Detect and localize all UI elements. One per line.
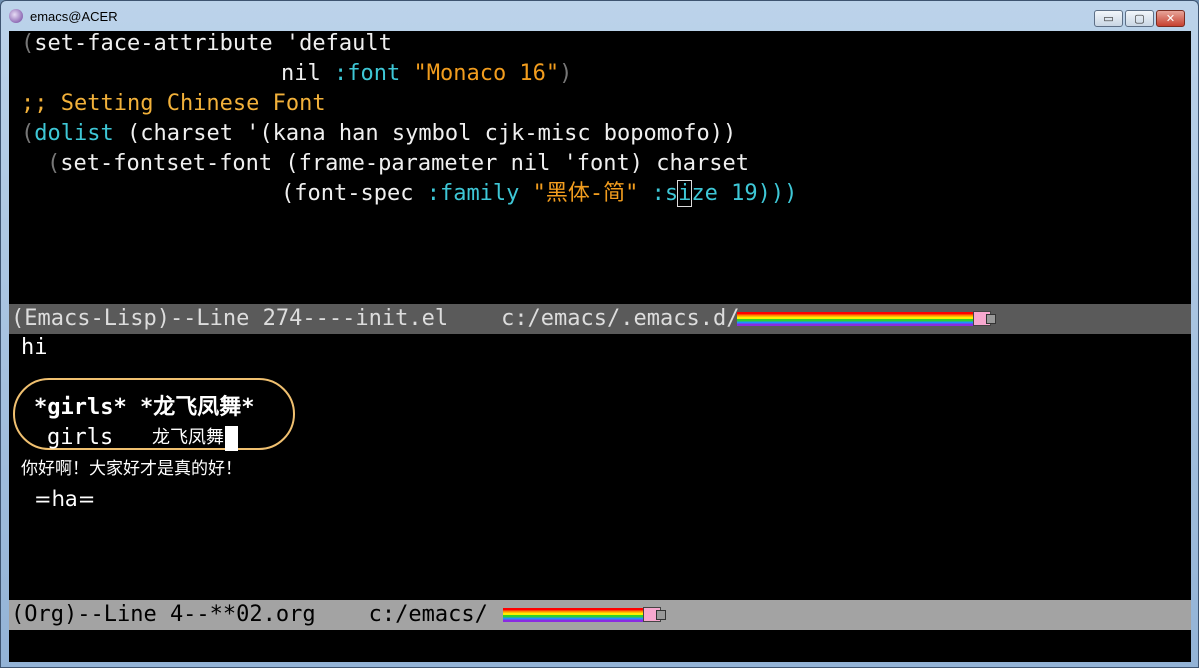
keyword-token: ze 19)))	[691, 181, 798, 206]
text-cursor	[225, 425, 238, 451]
code-line-5: (set-fontset-font (frame-parameter nil '…	[47, 151, 749, 176]
comment-line: ;; Setting Chinese Font	[21, 91, 326, 116]
code-line-4: (dolist (charset '(kana han symbol cjk-m…	[21, 121, 737, 146]
nyan-cat-icon	[643, 607, 666, 622]
nyan-progress-rainbow	[503, 608, 643, 622]
emacs-app-icon[interactable]	[9, 9, 23, 23]
minibuffer[interactable]	[9, 630, 1191, 662]
code-line-2: nil :font "Monaco 16")	[281, 61, 573, 86]
keyword-token: :family	[426, 181, 533, 206]
string-token: "Monaco 16"	[413, 61, 560, 86]
string-token: "黑体-简"	[532, 181, 639, 206]
code-text: (font-spec	[281, 181, 427, 206]
mode-line-text: (Org)--Line 4--**02.org c:/emacs/	[11, 602, 488, 627]
mode-line-init-el[interactable]: (Emacs-Lisp)--Line 274----init.el c:/ema…	[9, 304, 1191, 334]
title-bar[interactable]: emacs@ACER ▭ ▢ ✕	[1, 1, 1198, 31]
emacs-window: emacs@ACER ▭ ▢ ✕ (set-face-attribute 'de…	[0, 0, 1199, 668]
keyword-token: dolist	[34, 121, 114, 146]
org-text-hi: hi	[21, 335, 48, 360]
nyan-cat-icon	[973, 311, 996, 326]
window-title: emacs@ACER	[30, 9, 118, 24]
code-line-1: (set-face-attribute 'default	[21, 31, 392, 56]
nyan-progress-rainbow	[737, 312, 975, 326]
mode-line-02-org[interactable]: (Org)--Line 4--**02.org c:/emacs/	[9, 600, 1191, 630]
keyword-token: :s	[638, 181, 679, 206]
maximize-button[interactable]: ▢	[1125, 10, 1154, 27]
code-text: set-face-attribute 'default	[34, 31, 392, 56]
org-text-chinese-row: 龙飞凤舞	[152, 423, 238, 453]
emacs-frame[interactable]: (set-face-attribute 'default nil :font "…	[9, 31, 1191, 662]
org-verbatim-text: =ha=	[34, 487, 96, 511]
org-text-cn: 龙飞凤舞	[152, 427, 224, 448]
org-bold-heading: *girls* *龙飞凤舞*	[34, 395, 255, 420]
inactive-cursor: i	[677, 180, 693, 207]
minimize-button[interactable]: ▭	[1094, 10, 1123, 27]
org-chinese-line: 你好啊！大家好才是真的好！	[21, 459, 242, 479]
mode-line-text: (Emacs-Lisp)--Line 274----init.el c:/ema…	[11, 306, 740, 331]
code-text: set-fontset-font (frame-parameter nil 'f…	[60, 151, 749, 176]
code-text: (charset '(kana han symbol cjk-misc bopo…	[113, 121, 737, 146]
org-text-girls: girls	[47, 425, 114, 450]
code-text: nil	[281, 61, 334, 86]
close-button[interactable]: ✕	[1156, 10, 1185, 27]
code-line-6: (font-spec :family "黑体-简" :size 19)))	[281, 179, 797, 209]
keyword-token: :font	[333, 61, 414, 86]
